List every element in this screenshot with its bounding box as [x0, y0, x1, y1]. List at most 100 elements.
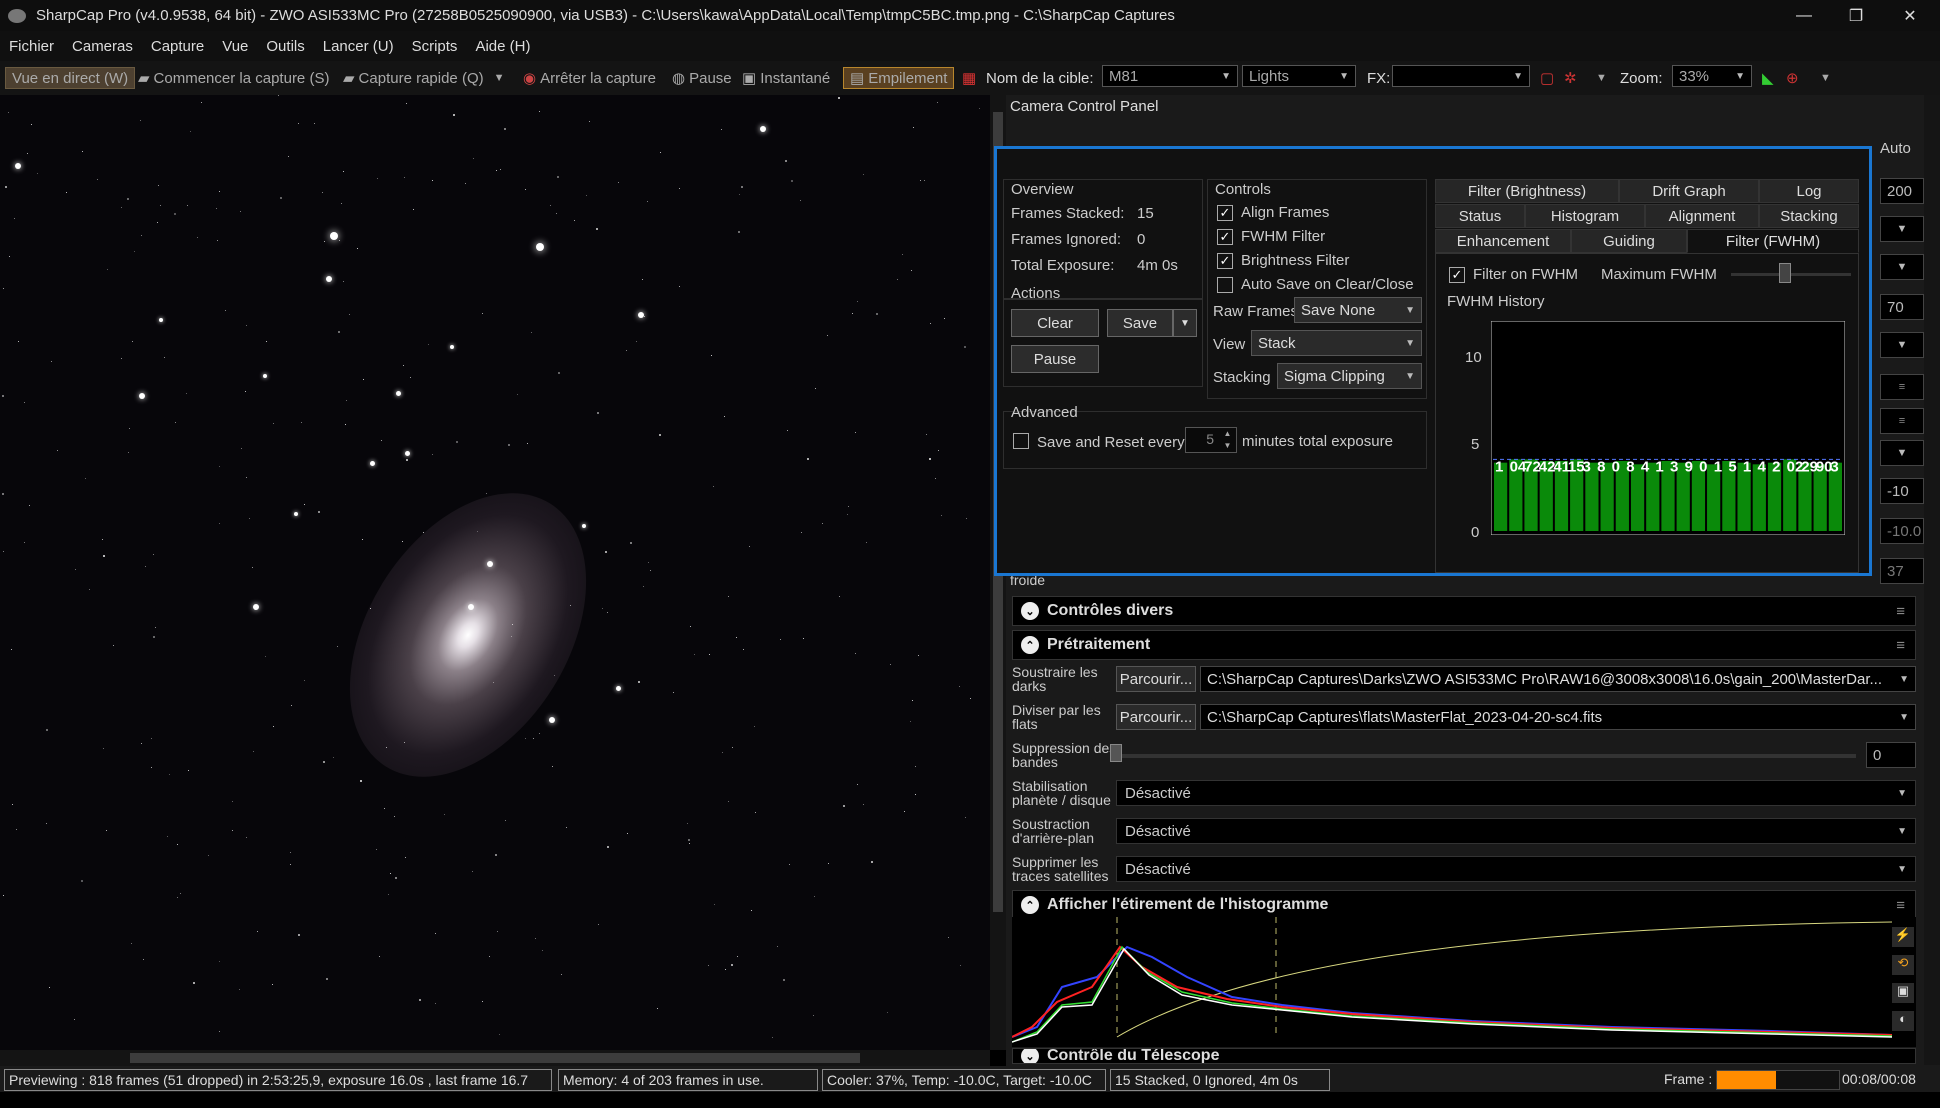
menu-lancer[interactable]: Lancer (U) — [314, 38, 403, 55]
chevron-down-icon[interactable]: ⌄ — [1021, 602, 1039, 620]
roi-icon[interactable]: ▢ — [1540, 67, 1554, 89]
quick-capture-button[interactable]: ▰ Capture rapide (Q) ▼ — [343, 67, 505, 89]
chevron-down-icon[interactable]: ▼ — [494, 72, 505, 84]
clear-button[interactable]: Clear — [1011, 309, 1099, 337]
tab-filter-brightness[interactable]: Filter (Brightness) — [1435, 179, 1619, 203]
menu-aide[interactable]: Aide (H) — [466, 38, 539, 55]
save-reset-checkbox[interactable] — [1013, 433, 1029, 449]
restore-button[interactable]: ❐ — [1832, 0, 1880, 31]
chevron-down-icon: ▼ — [1899, 711, 1909, 723]
tab-status[interactable]: Status — [1435, 204, 1525, 228]
section-preprocessing[interactable]: ⌃ Prétraitement ≡ — [1012, 630, 1916, 660]
auto-save-checkbox[interactable] — [1217, 277, 1233, 293]
tab-histogram[interactable]: Histogram — [1525, 204, 1645, 228]
tab-log[interactable]: Log — [1759, 179, 1859, 203]
tab-enhancement[interactable]: Enhancement — [1435, 229, 1571, 253]
banding-input[interactable]: 0 — [1866, 742, 1916, 768]
gain-input[interactable]: 200 — [1880, 178, 1924, 204]
banding-slider[interactable] — [1116, 754, 1856, 758]
save-button[interactable]: Save — [1107, 309, 1173, 337]
menu-vue[interactable]: Vue — [213, 38, 257, 55]
darks-path-select[interactable]: C:\SharpCap Captures\Darks\ZWO ASI533MC … — [1200, 666, 1916, 692]
target-name-input[interactable]: M81 ▼ — [1102, 65, 1238, 87]
menu-cameras[interactable]: Cameras — [63, 38, 142, 55]
chevron-up-icon[interactable]: ⌃ — [1021, 896, 1039, 914]
chevron-down-icon[interactable]: ▼ — [1173, 309, 1197, 337]
menu-icon[interactable]: ≡ — [1880, 408, 1924, 434]
raw-frames-select[interactable]: Save None ▼ — [1294, 297, 1422, 323]
satellite-select[interactable]: Désactivé ▼ — [1116, 856, 1916, 882]
chevron-down-icon[interactable]: ▼ — [1880, 254, 1924, 280]
target-temp-input[interactable]: -10 — [1880, 478, 1924, 504]
pause-button[interactable]: ◍ Pause — [672, 67, 732, 89]
flats-path-select[interactable]: C:\SharpCap Captures\flats\MasterFlat_20… — [1200, 704, 1916, 730]
section-preproc-title: Prétraitement — [1047, 636, 1151, 653]
image-horizontal-scroll-thumb[interactable] — [130, 1053, 860, 1063]
minimize-button[interactable]: — — [1780, 0, 1828, 31]
fx-select[interactable]: ▼ — [1392, 65, 1530, 87]
menu-scripts[interactable]: Scripts — [403, 38, 467, 55]
chevron-down-icon[interactable]: ▼ — [1880, 216, 1924, 242]
maximum-fwhm-slider[interactable] — [1731, 273, 1851, 276]
chevron-down-icon[interactable]: ▼ — [1820, 67, 1831, 89]
section-histogram-stretch[interactable]: ⌃ Afficher l'étirement de l'histogramme ≡ — [1012, 890, 1916, 920]
panel-scrollbar[interactable] — [1924, 95, 1940, 1065]
stacking-mode-select[interactable]: Sigma Clipping ▼ — [1277, 363, 1422, 389]
view-select[interactable]: Stack ▼ — [1251, 330, 1422, 356]
chevron-down-icon[interactable]: ⌄ — [1021, 1049, 1039, 1063]
menu-capture[interactable]: Capture — [142, 38, 213, 55]
filter-on-fwhm-checkbox[interactable]: ✓ — [1449, 267, 1465, 283]
brightness-filter-checkbox[interactable]: ✓ — [1217, 253, 1233, 269]
chevron-down-icon[interactable]: ▼ — [1880, 332, 1924, 358]
reset-icon[interactable]: ⟲ — [1892, 955, 1914, 975]
background-select[interactable]: Désactivé ▼ — [1116, 818, 1916, 844]
menu-outils[interactable]: Outils — [257, 38, 313, 55]
auto-checkbox-label[interactable]: Auto — [1880, 140, 1911, 157]
image-viewer[interactable] — [0, 95, 1002, 1050]
stabilization-select[interactable]: Désactivé ▼ — [1116, 780, 1916, 806]
tab-stacking[interactable]: Stacking — [1759, 204, 1859, 228]
lightning-icon[interactable]: ⚡ — [1892, 927, 1914, 947]
chevron-down-icon[interactable]: ▼ — [1880, 440, 1924, 466]
star — [245, 325, 247, 327]
darks-browse-button[interactable]: Parcourir... — [1116, 666, 1196, 692]
chevron-down-icon[interactable]: ▼ — [1596, 67, 1607, 89]
flats-browse-button[interactable]: Parcourir... — [1116, 704, 1196, 730]
maximum-fwhm-slider-handle[interactable] — [1779, 263, 1791, 283]
start-capture-button[interactable]: ▰ Commencer la capture (S) — [138, 67, 329, 89]
chevron-up-icon[interactable]: ⌃ — [1021, 636, 1039, 654]
crosshair-icon[interactable]: ✲ — [1564, 67, 1577, 89]
align-frames-checkbox[interactable]: ✓ — [1217, 205, 1233, 221]
menu-icon[interactable]: ≡ — [1896, 637, 1905, 654]
tab-drift-graph[interactable]: Drift Graph — [1619, 179, 1759, 203]
pause-stack-button[interactable]: Pause — [1011, 345, 1099, 373]
menu-icon[interactable]: ≡ — [1896, 897, 1905, 914]
star — [49, 987, 51, 989]
tab-guiding[interactable]: Guiding — [1571, 229, 1687, 253]
spinner-icon[interactable]: ▲ ▼ — [1219, 428, 1236, 452]
fwhm-filter-checkbox[interactable]: ✓ — [1217, 229, 1233, 245]
zoom-select[interactable]: 33% ▼ — [1672, 65, 1752, 87]
section-misc-controls[interactable]: ⌄ Contrôles divers ≡ — [1012, 596, 1916, 626]
histogram-stretch-panel[interactable]: ⚡ ⟲ ▣ ◐ — [1011, 917, 1916, 1047]
close-button[interactable]: ✕ — [1886, 0, 1934, 31]
stacking-button[interactable]: ▤ Empilement — [843, 67, 955, 89]
stop-capture-button[interactable]: ◉ Arrêter la capture — [523, 67, 656, 89]
zoom-icon[interactable]: ⊕ — [1786, 67, 1799, 89]
menu-fichier[interactable]: Fichier — [0, 38, 63, 55]
histogram-icon[interactable]: ◣ — [1762, 67, 1774, 89]
histogram-stretch-graph[interactable] — [1011, 917, 1916, 1047]
contrast-icon[interactable]: ◐ — [1892, 1011, 1914, 1031]
offset-input[interactable]: 70 — [1880, 294, 1924, 320]
banding-slider-handle[interactable] — [1110, 744, 1122, 762]
frame-type-select[interactable]: Lights ▼ — [1242, 65, 1356, 87]
menu-icon[interactable]: ≡ — [1880, 374, 1924, 400]
section-telescope-control[interactable]: ⌄ Contrôle du Télescope — [1012, 1048, 1916, 1064]
menu-icon[interactable]: ≡ — [1896, 603, 1905, 620]
tab-alignment[interactable]: Alignment — [1645, 204, 1759, 228]
snapshot-button[interactable]: ▣ Instantané — [742, 67, 830, 89]
tab-filter-fwhm[interactable]: Filter (FWHM) — [1687, 229, 1859, 253]
star — [186, 392, 188, 394]
live-view-button[interactable]: Vue en direct (W) — [5, 67, 136, 89]
save-icon[interactable]: ▣ — [1892, 983, 1914, 1003]
